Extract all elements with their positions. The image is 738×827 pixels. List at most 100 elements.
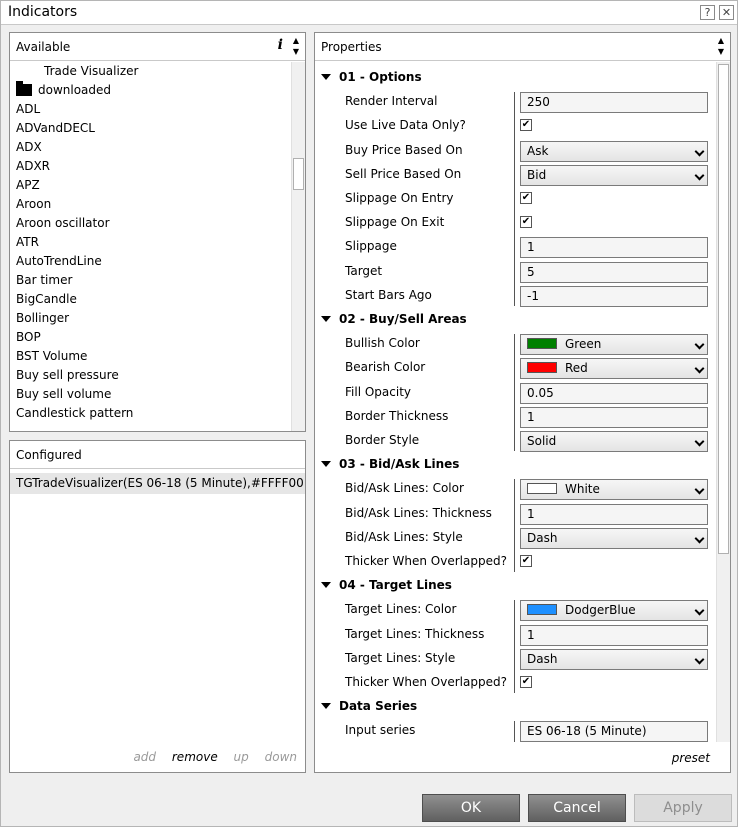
list-item-label: Buy sell volume bbox=[16, 387, 112, 401]
property-row: Sell Price Based On Bid bbox=[315, 163, 715, 187]
list-item-label: Candlestick pattern bbox=[16, 406, 134, 420]
list-item[interactable]: Aroon bbox=[10, 195, 291, 214]
ok-button[interactable]: OK bbox=[422, 794, 520, 822]
sort-arrows-icon[interactable]: ▲ ▼ bbox=[291, 35, 301, 57]
list-item[interactable]: Buy sell volume bbox=[10, 385, 291, 404]
color-select[interactable]: White bbox=[520, 479, 708, 501]
collapse-icon[interactable] bbox=[321, 461, 331, 468]
scrollbar-thumb[interactable] bbox=[718, 64, 729, 554]
property-label: Border Style bbox=[345, 433, 420, 447]
collapse-icon[interactable] bbox=[321, 703, 331, 710]
close-button[interactable]: ✕ bbox=[719, 5, 734, 20]
info-icon[interactable]: i bbox=[278, 37, 283, 53]
apply-button[interactable]: Apply bbox=[634, 794, 732, 822]
cancel-button[interactable]: Cancel bbox=[528, 794, 626, 822]
text-field[interactable]: -1 bbox=[520, 285, 708, 307]
property-row: Bid/Ask Lines: Style Dash bbox=[315, 526, 715, 550]
checkbox[interactable]: ✔ bbox=[520, 555, 532, 567]
list-item[interactable]: ADXR bbox=[10, 157, 291, 176]
chevron-down-icon bbox=[694, 484, 705, 495]
text-field[interactable]: 0.05 bbox=[520, 382, 708, 404]
list-item[interactable]: ATR bbox=[10, 233, 291, 252]
list-item[interactable]: BOP bbox=[10, 328, 291, 347]
list-item[interactable]: ADVandDECL bbox=[10, 119, 291, 138]
property-label: Buy Price Based On bbox=[345, 142, 463, 157]
category-header[interactable]: 04 - Target Lines bbox=[315, 574, 715, 598]
text-field[interactable]: 5 bbox=[520, 261, 708, 283]
grid-divider bbox=[514, 334, 515, 452]
list-item[interactable]: ADL bbox=[10, 100, 291, 119]
add-link[interactable]: add bbox=[133, 750, 156, 764]
available-panel: Available i ▲ ▼ Trade Visualizer downloade… bbox=[9, 32, 306, 432]
text-field[interactable]: 1 bbox=[520, 624, 708, 646]
property-row: Slippage 1 bbox=[315, 235, 715, 259]
category-title: Data Series bbox=[339, 699, 418, 714]
color-swatch bbox=[527, 362, 557, 374]
preset-link[interactable]: preset bbox=[672, 751, 710, 765]
scrollbar-thumb[interactable] bbox=[293, 158, 304, 190]
text-field[interactable]: 1 bbox=[520, 406, 708, 428]
property-label: Thicker When Overlapped? bbox=[345, 675, 507, 689]
chevron-down-icon bbox=[694, 339, 705, 350]
category-header[interactable]: 03 - Bid/Ask Lines bbox=[315, 453, 715, 477]
list-item[interactable]: Bollinger bbox=[10, 309, 291, 328]
text-field[interactable]: 1 bbox=[520, 237, 708, 259]
color-select[interactable]: DodgerBlue bbox=[520, 600, 708, 622]
dropdown-select[interactable]: Bid bbox=[520, 164, 708, 186]
property-label: Slippage On Exit bbox=[345, 215, 445, 230]
title-bar: Indicators ? ✕ bbox=[1, 1, 737, 25]
dropdown-select[interactable]: Dash bbox=[520, 527, 708, 549]
select-value: DodgerBlue bbox=[565, 603, 636, 618]
select-value: Green bbox=[565, 337, 602, 352]
property-row: Buy Price Based On Ask bbox=[315, 139, 715, 163]
properties-scrollbar[interactable] bbox=[716, 62, 730, 742]
list-item[interactable]: Buy sell pressure bbox=[10, 366, 291, 385]
text-field[interactable]: 1 bbox=[520, 503, 708, 525]
color-select[interactable]: Green bbox=[520, 334, 708, 356]
category-title: 01 - Options bbox=[339, 70, 422, 84]
checkbox[interactable]: ✔ bbox=[520, 192, 532, 204]
available-scrollbar[interactable] bbox=[291, 62, 305, 431]
list-item[interactable]: Bar timer bbox=[10, 271, 291, 290]
folder-item[interactable]: downloaded bbox=[10, 81, 291, 100]
down-link[interactable]: down bbox=[265, 750, 297, 764]
list-item[interactable]: Trade Visualizer bbox=[10, 62, 291, 81]
category-title: 02 - Buy/Sell Areas bbox=[339, 312, 467, 326]
up-link[interactable]: up bbox=[234, 750, 249, 764]
text-field[interactable]: 250 bbox=[520, 92, 708, 114]
checkbox[interactable]: ✔ bbox=[520, 676, 532, 688]
collapse-icon[interactable] bbox=[321, 74, 331, 80]
list-item[interactable]: Candlestick pattern bbox=[10, 404, 291, 423]
available-header: Available i ▲ ▼ bbox=[10, 33, 305, 61]
property-label: Slippage On Entry bbox=[345, 191, 454, 205]
list-item-label: Aroon bbox=[16, 197, 52, 211]
list-item-label: Buy sell pressure bbox=[16, 368, 119, 382]
collapse-icon[interactable] bbox=[321, 582, 331, 589]
checkbox[interactable]: ✔ bbox=[520, 216, 532, 229]
category-header[interactable]: Data Series bbox=[315, 695, 715, 719]
configured-item[interactable]: TGTradeVisualizer(ES 06-18 (5 Minute),#F… bbox=[10, 473, 305, 494]
category-header[interactable]: 02 - Buy/Sell Areas bbox=[315, 308, 715, 332]
list-item[interactable]: Aroon oscillator bbox=[10, 214, 291, 233]
sort-arrows-icon[interactable]: ▲ ▼ bbox=[716, 35, 726, 57]
dropdown-select[interactable]: Ask bbox=[520, 140, 708, 162]
property-row: Slippage On Entry ✔ bbox=[315, 187, 715, 211]
list-item[interactable]: ADX bbox=[10, 138, 291, 157]
list-item[interactable]: APZ bbox=[10, 176, 291, 195]
text-field[interactable]: ES 06-18 (5 Minute) bbox=[520, 721, 708, 743]
list-item[interactable]: BST Volume bbox=[10, 347, 291, 366]
list-item[interactable]: BigCandle bbox=[10, 290, 291, 309]
property-label: Target bbox=[345, 263, 383, 278]
color-select[interactable]: Red bbox=[520, 358, 708, 380]
property-row: Thicker When Overlapped? ✔ bbox=[315, 671, 715, 695]
select-value: White bbox=[565, 482, 600, 497]
collapse-icon[interactable] bbox=[321, 316, 331, 322]
help-button[interactable]: ? bbox=[700, 5, 715, 20]
checkbox[interactable]: ✔ bbox=[520, 119, 532, 132]
color-swatch bbox=[527, 604, 557, 616]
category-header[interactable]: 01 - Options bbox=[315, 66, 715, 90]
dropdown-select[interactable]: Dash bbox=[520, 648, 708, 670]
list-item[interactable]: AutoTrendLine bbox=[10, 252, 291, 271]
remove-link[interactable]: remove bbox=[172, 750, 218, 764]
dropdown-select[interactable]: Solid bbox=[520, 431, 708, 452]
